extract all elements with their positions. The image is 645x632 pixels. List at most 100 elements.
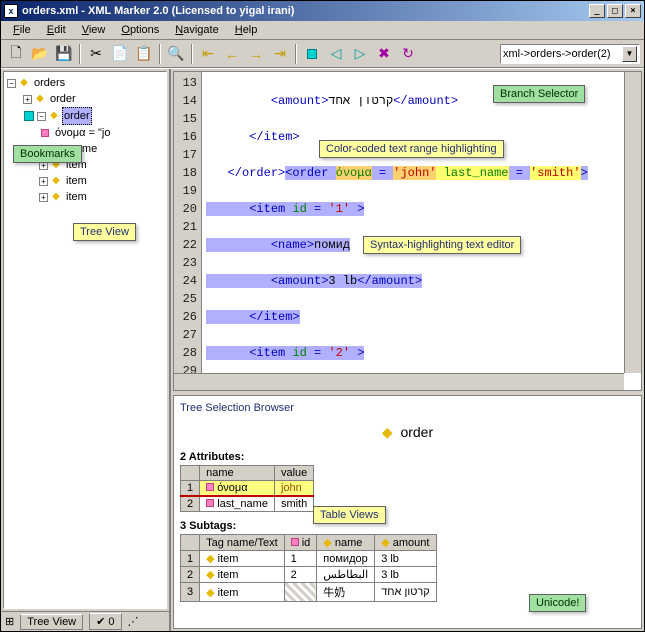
cell-attr-name: όνομα <box>200 481 275 497</box>
tree-label: item <box>64 189 89 205</box>
code-line: </item> <box>206 308 637 326</box>
paste-button[interactable]: 📋 <box>133 43 155 65</box>
callout-bookmarks: Bookmarks <box>13 145 82 163</box>
cell-id: 1 <box>284 551 317 567</box>
menu-options[interactable]: Options <box>113 22 167 38</box>
element-icon: ◆ <box>48 110 60 122</box>
nav-first-button[interactable]: ⇤ <box>197 43 219 65</box>
find-button[interactable]: 🔍 <box>165 43 187 65</box>
cell-amount: 3 lb <box>375 551 437 567</box>
horizontal-scrollbar[interactable] <box>174 373 624 390</box>
expand-icon[interactable]: + <box>39 193 48 202</box>
line-gutter: 13 14 15 16 17 18 19 20 21 22 23 24 25 2… <box>174 72 202 390</box>
menu-view[interactable]: View <box>74 22 114 38</box>
tree-node[interactable]: + ◆ order <box>23 91 163 107</box>
menu-file[interactable]: File <box>5 22 39 38</box>
tree-status-icon: ⊞ <box>5 615 14 628</box>
close-button[interactable]: × <box>625 4 641 18</box>
attributes-table[interactable]: name value 1 όνομα john 2 last_name smit… <box>180 465 314 512</box>
tree-label: item <box>64 173 89 189</box>
table-header[interactable]: value <box>274 466 313 481</box>
cell-attr-value: john <box>274 481 313 497</box>
code-line: <item id = '1' > <box>206 200 637 218</box>
table-row[interactable]: 2 ◆ item 2 البطاطس 3 lb <box>181 567 437 583</box>
line-number: 17 <box>176 146 197 164</box>
table-row[interactable]: 3 ◆ item 牛奶 קרטון אחד <box>181 583 437 602</box>
nav-prev-button[interactable]: ← <box>221 43 243 65</box>
tree-node-selected[interactable]: − ◆ order <box>23 107 163 125</box>
toolbar: 🗋 📂 💾 ✂ 📄 📋 🔍 ⇤ ← → ⇥ ◁ ▷ ✖ ↻ xml->order… <box>1 40 644 68</box>
table-row[interactable]: 1 όνομα john <box>181 481 314 497</box>
bookmark-button[interactable] <box>301 43 323 65</box>
nav-last-button[interactable]: ⇥ <box>269 43 291 65</box>
cell-amount: 3 lb <box>375 567 437 583</box>
bookmark-next-button[interactable]: ▷ <box>349 43 371 65</box>
branch-selector[interactable]: xml->orders->order(2) ▼ <box>500 44 640 64</box>
cell-tag: ◆ item <box>200 551 285 567</box>
title-bar: x orders.xml - XML Marker 2.0 (Licensed … <box>1 1 644 21</box>
collapse-icon[interactable]: − <box>7 79 16 88</box>
tree-node[interactable]: + ◆ item <box>39 173 163 189</box>
line-number: 24 <box>176 272 197 290</box>
tree-node[interactable]: + ◆ item <box>39 189 163 205</box>
expand-icon[interactable]: + <box>23 95 32 104</box>
element-icon: ◆ <box>18 77 30 89</box>
new-file-button[interactable]: 🗋 <box>5 43 27 65</box>
tree-resize-grip-icon[interactable]: ⋰ <box>128 615 139 628</box>
tree-label: order <box>62 107 92 125</box>
code-area[interactable]: <amount>קרטון אחד</amount> </item> </ord… <box>202 72 641 390</box>
cell-amount: קרטון אחד <box>375 583 437 602</box>
refresh-button[interactable]: ↻ <box>397 43 419 65</box>
row-number: 1 <box>181 551 200 567</box>
element-icon: ◆ <box>50 175 62 187</box>
nav-next-button[interactable]: → <box>245 43 267 65</box>
code-line: <amount>3 lb</amount> <box>206 272 637 290</box>
browser-title: Tree Selection Browser <box>180 402 635 414</box>
vertical-scrollbar[interactable] <box>624 72 641 373</box>
menu-navigate[interactable]: Navigate <box>167 22 226 38</box>
bookmark-prev-button[interactable]: ◁ <box>325 43 347 65</box>
collapse-icon[interactable]: − <box>37 112 46 121</box>
table-header[interactable]: id <box>284 535 317 551</box>
toolbar-separator <box>79 44 81 64</box>
line-number: 26 <box>176 308 197 326</box>
tree-tab[interactable]: Tree View <box>20 614 83 630</box>
open-file-button[interactable]: 📂 <box>29 43 51 65</box>
cut-button[interactable]: ✂ <box>85 43 107 65</box>
element-icon: ◆ <box>50 191 62 203</box>
bookmark-clear-button[interactable]: ✖ <box>373 43 395 65</box>
minimize-button[interactable]: _ <box>589 4 605 18</box>
menu-edit[interactable]: Edit <box>39 22 74 38</box>
line-number: 25 <box>176 290 197 308</box>
table-header[interactable]: name <box>200 466 275 481</box>
line-number: 14 <box>176 92 197 110</box>
table-row[interactable]: 1 ◆ item 1 помидор 3 lb <box>181 551 437 567</box>
menu-help[interactable]: Help <box>227 22 266 38</box>
maximize-button[interactable]: □ <box>607 4 623 18</box>
bookmark-icon <box>23 110 35 122</box>
line-number: 18 <box>176 164 197 182</box>
line-number: 20 <box>176 200 197 218</box>
tree-label: orders <box>32 75 67 91</box>
toolbar-separator <box>159 44 161 64</box>
table-header[interactable]: ◆ name <box>317 535 375 551</box>
code-editor[interactable]: 13 14 15 16 17 18 19 20 21 22 23 24 25 2… <box>173 71 642 391</box>
cell-name: помидор <box>317 551 375 567</box>
cell-id <box>284 583 317 602</box>
expand-icon[interactable]: + <box>39 177 48 186</box>
chevron-down-icon[interactable]: ▼ <box>622 46 637 62</box>
toolbar-separator <box>191 44 193 64</box>
line-number: 22 <box>176 236 197 254</box>
table-header[interactable]: ◆ amount <box>375 535 437 551</box>
tree-node-attr[interactable]: όνομα = "jo <box>39 125 163 141</box>
copy-button[interactable]: 📄 <box>109 43 131 65</box>
cell-tag: ◆ item <box>200 567 285 583</box>
line-number: 19 <box>176 182 197 200</box>
save-file-button[interactable]: 💾 <box>53 43 75 65</box>
subtags-table[interactable]: Tag name/Text id ◆ name ◆ amount 1 ◆ ite… <box>180 534 437 602</box>
tree-node-root[interactable]: − ◆ orders <box>7 75 163 91</box>
element-icon: ◆ <box>34 93 46 105</box>
table-row[interactable]: 2 last_name smith <box>181 496 314 512</box>
table-header[interactable]: Tag name/Text <box>200 535 285 551</box>
line-number: 13 <box>176 74 197 92</box>
